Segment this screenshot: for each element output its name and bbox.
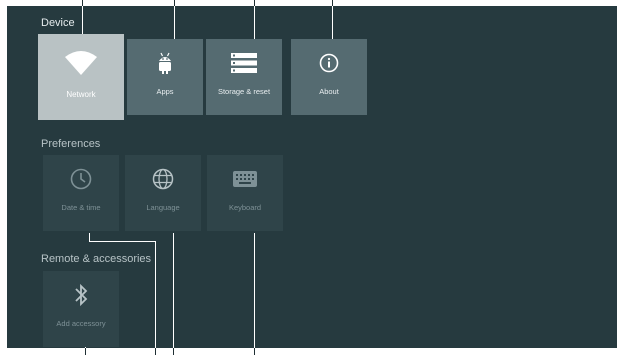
- callout-line: [332, 0, 333, 6]
- section-heading-device: Device: [41, 17, 75, 29]
- apps-tile-label: Apps: [156, 87, 174, 96]
- clock-icon: [43, 167, 119, 191]
- callout-line: [155, 348, 156, 355]
- callout-line: [173, 348, 174, 355]
- callout-line: [254, 348, 255, 355]
- keyboard-tile-label: Keyboard: [228, 203, 262, 212]
- callout-line: [89, 241, 156, 242]
- callout-line: [82, 6, 83, 34]
- section-heading-preferences: Preferences: [41, 138, 101, 150]
- add-accessory-tile-label: Add accessory: [56, 319, 106, 328]
- storage-icon: [206, 51, 282, 75]
- wifi-icon: [38, 48, 124, 78]
- storage-reset-tile-label: Storage & reset: [217, 87, 271, 96]
- info-icon: [291, 51, 367, 75]
- date-time-tile[interactable]: Date & time: [43, 155, 119, 231]
- storage-reset-tile[interactable]: Storage & reset: [206, 39, 282, 115]
- android-icon: [127, 51, 203, 75]
- about-tile[interactable]: About: [291, 39, 367, 115]
- about-tile-label: About: [319, 87, 339, 96]
- keyboard-tile[interactable]: Keyboard: [207, 155, 283, 231]
- callout-line: [174, 0, 175, 6]
- callout-line: [254, 6, 255, 39]
- callout-line: [82, 0, 83, 6]
- globe-icon: [125, 167, 201, 191]
- add-accessory-tile[interactable]: Add accessory: [43, 271, 119, 347]
- callout-line: [85, 348, 86, 355]
- callout-line: [155, 241, 156, 348]
- network-tile-label: Network: [66, 90, 96, 99]
- language-tile-label: Language: [146, 203, 180, 212]
- callout-line: [174, 6, 175, 39]
- bluetooth-icon: [43, 283, 119, 307]
- network-tile[interactable]: Network: [38, 34, 124, 120]
- callout-line: [254, 0, 255, 6]
- settings-screen: Device Network Apps Storage & reset Abou…: [7, 6, 617, 348]
- apps-tile[interactable]: Apps: [127, 39, 203, 115]
- date-time-tile-label: Date & time: [61, 203, 101, 212]
- keyboard-icon: [207, 167, 283, 191]
- section-heading-remote-accessories: Remote & accessories: [41, 253, 152, 265]
- callout-line: [332, 6, 333, 39]
- language-tile[interactable]: Language: [125, 155, 201, 231]
- callout-line: [173, 233, 174, 348]
- callout-line: [254, 233, 255, 348]
